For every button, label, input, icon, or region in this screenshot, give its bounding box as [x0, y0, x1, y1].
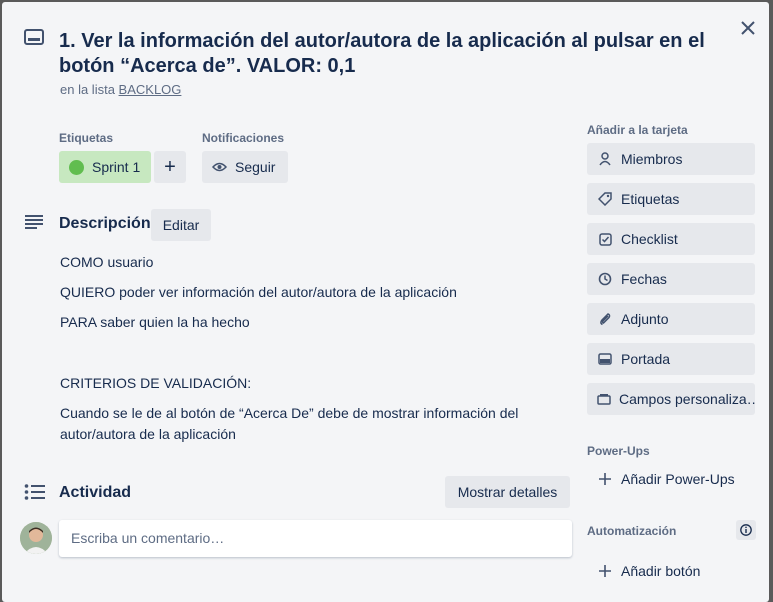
description-icon	[24, 214, 44, 235]
dates-button[interactable]: Fechas	[587, 263, 755, 295]
custom-fields-icon	[597, 393, 611, 405]
checklist-button[interactable]: Checklist	[587, 223, 755, 255]
activity-icon	[24, 484, 46, 505]
add-button-label: Añadir botón	[621, 563, 701, 579]
label-text: Sprint 1	[92, 159, 141, 175]
automation-heading: Automatización	[587, 524, 677, 538]
activity-heading: Actividad	[59, 484, 132, 501]
powerups-heading: Power-Ups	[587, 444, 650, 458]
edit-description-button[interactable]: Editar	[151, 209, 211, 241]
clock-icon	[597, 272, 613, 286]
labels-heading: Etiquetas	[59, 131, 114, 145]
description-line: QUIERO poder ver información del autor/a…	[60, 284, 457, 300]
list-location: en la lista BACKLOG	[60, 82, 181, 97]
add-powerups-button[interactable]: Añadir Power-Ups	[587, 463, 755, 495]
label-sprint-1[interactable]: Sprint 1	[59, 151, 151, 183]
eye-icon	[212, 162, 227, 172]
list-link[interactable]: BACKLOG	[119, 82, 182, 97]
cover-button[interactable]: Portada	[587, 343, 755, 375]
members-button[interactable]: Miembros	[587, 143, 755, 175]
dates-label: Fechas	[621, 271, 667, 287]
attachment-label: Adjunto	[621, 311, 669, 327]
cover-label: Portada	[621, 351, 671, 367]
tag-icon	[597, 192, 613, 206]
description-line: CRITERIOS DE VALIDACIÓN:	[60, 375, 252, 391]
card-title[interactable]: 1. Ver la información del autor/autora d…	[59, 29, 709, 79]
comment-input[interactable]: Escriba un comentario…	[59, 520, 572, 557]
label-color-dot	[69, 159, 84, 175]
add-to-card-heading: Añadir a la tarjeta	[587, 123, 688, 137]
custom-fields-label: Campos personaliza…	[619, 391, 755, 407]
person-icon	[597, 152, 613, 166]
add-powerups-label: Añadir Power-Ups	[621, 471, 735, 487]
paperclip-icon	[597, 312, 613, 326]
checklist-icon	[597, 232, 613, 246]
members-label: Miembros	[621, 151, 683, 167]
labels-label: Etiquetas	[621, 191, 680, 207]
list-prefix: en la lista	[60, 82, 115, 97]
custom-fields-button[interactable]: Campos personaliza…	[587, 383, 755, 415]
description-line: Cuando se le de al botón de “Acerca De” …	[60, 405, 519, 442]
plus-icon	[597, 473, 613, 485]
notifications-heading: Notificaciones	[202, 131, 285, 145]
card-detail-modal: 1. Ver la información del autor/autora d…	[2, 2, 769, 602]
attachment-button[interactable]: Adjunto	[587, 303, 755, 335]
checklist-label: Checklist	[621, 231, 678, 247]
card-icon	[24, 28, 44, 51]
close-icon[interactable]	[735, 15, 761, 41]
info-icon[interactable]	[736, 520, 756, 540]
description-heading: Descripción	[59, 215, 151, 232]
plus-icon: +	[164, 155, 176, 178]
follow-label: Seguir	[235, 159, 276, 175]
follow-button[interactable]: Seguir	[202, 151, 288, 183]
description-line: COMO usuario	[60, 254, 154, 270]
cover-icon	[597, 353, 613, 365]
avatar[interactable]	[20, 522, 52, 554]
labels-button[interactable]: Etiquetas	[587, 183, 755, 215]
show-details-button[interactable]: Mostrar detalles	[445, 476, 570, 508]
description-line: PARA saber quien la ha hecho	[60, 314, 250, 330]
plus-icon	[597, 565, 613, 577]
add-button-button[interactable]: Añadir botón	[587, 555, 755, 587]
add-label-button[interactable]: +	[154, 151, 186, 183]
